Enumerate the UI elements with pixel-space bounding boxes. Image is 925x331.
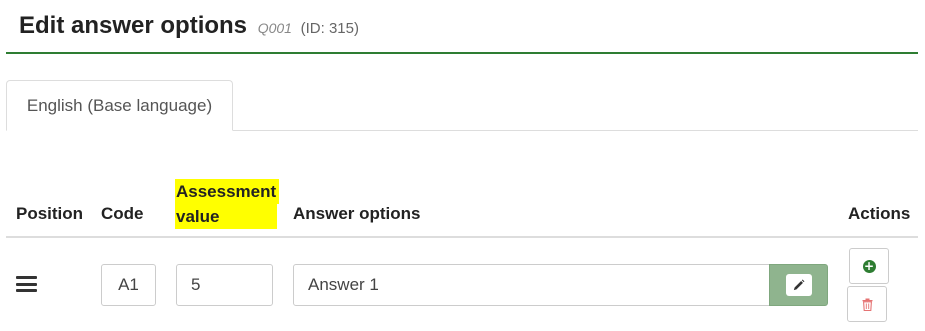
pencil-icon — [785, 274, 812, 296]
language-tabs: English (Base language) — [6, 80, 918, 131]
drag-handle-icon[interactable] — [16, 276, 37, 292]
edit-answer-button[interactable] — [769, 264, 828, 306]
page-title: Edit answer options Q001 (ID: 315) — [19, 12, 359, 40]
column-header-position: Position — [16, 204, 84, 223]
delete-answer-button[interactable] — [847, 286, 887, 322]
column-header-answer-options: Answer options — [293, 204, 421, 223]
assessment-header-line1: Assessment — [175, 179, 280, 204]
assessment-value-input[interactable] — [176, 264, 273, 306]
plus-circle-icon: + — [862, 258, 876, 273]
column-header-assessment-value: Assessment value — [175, 179, 280, 229]
table-header-divider — [6, 236, 918, 238]
page-title-text: Edit answer options — [19, 12, 248, 39]
column-header-actions: Actions — [848, 204, 911, 223]
column-header-code: Code — [101, 204, 144, 223]
trash-icon — [862, 298, 872, 311]
add-answer-button[interactable]: + — [849, 248, 889, 284]
tab-base-language[interactable]: English (Base language) — [6, 80, 233, 131]
page-header: Edit answer options Q001 (ID: 315) — [6, 0, 918, 54]
question-code: Q001 — [257, 20, 292, 36]
answer-code-input[interactable] — [101, 264, 156, 306]
assessment-header-line2: value — [175, 204, 278, 229]
question-id: (ID: 315) — [300, 20, 359, 37]
answer-text-input[interactable] — [293, 264, 770, 306]
